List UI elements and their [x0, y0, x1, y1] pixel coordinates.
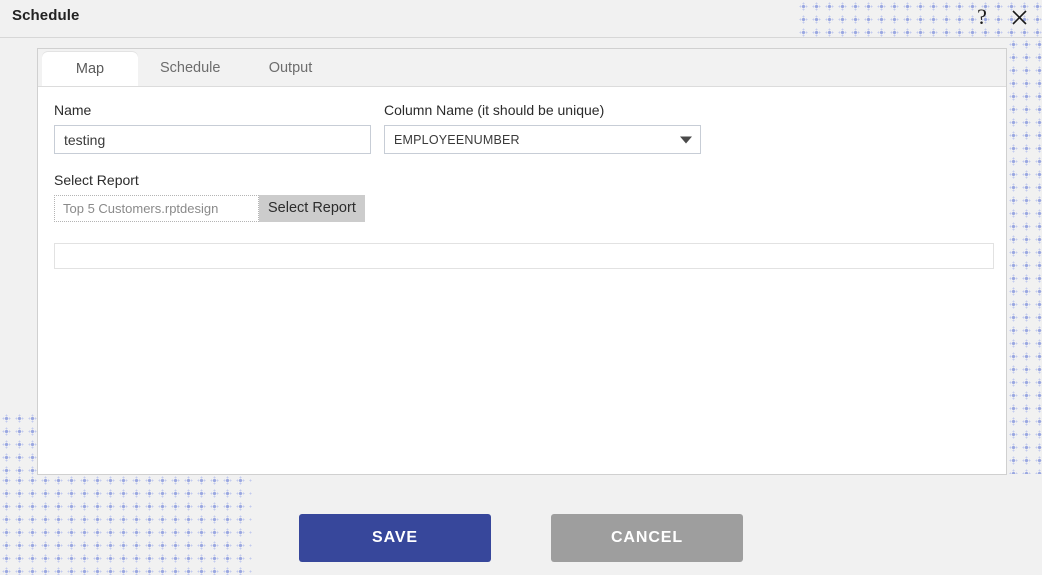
report-path-input[interactable]: [54, 195, 259, 222]
field-row-top: Name Column Name (it should be unique) E…: [54, 101, 990, 154]
help-icon[interactable]: ?: [967, 2, 997, 32]
window-header: Schedule ?: [0, 0, 1042, 38]
select-report-row: Select Report: [54, 195, 990, 222]
close-icon[interactable]: [1004, 2, 1034, 32]
footer-actions: SAVE CANCEL: [0, 514, 1042, 562]
cancel-button[interactable]: CANCEL: [551, 514, 743, 562]
column-name-label: Column Name (it should be unique): [384, 102, 605, 118]
dot-pattern-left: [0, 412, 37, 475]
select-report-label: Select Report: [54, 172, 139, 188]
save-button[interactable]: SAVE: [299, 514, 491, 562]
select-report-group: Select Report Select Report: [54, 171, 990, 222]
dot-pattern-right: [1007, 38, 1042, 474]
tab-schedule[interactable]: Schedule: [138, 49, 242, 86]
form-body: Name Column Name (it should be unique) E…: [38, 87, 1006, 269]
extra-text-input[interactable]: [54, 243, 994, 269]
column-name-select-wrapper: EMPLOYEENUMBER: [384, 125, 701, 154]
name-input[interactable]: [54, 125, 371, 154]
dialog-panel: Map Schedule Output Name Column Name (it…: [37, 48, 1007, 475]
tab-map[interactable]: Map: [42, 52, 138, 86]
name-field-group: Name: [54, 101, 371, 154]
name-label: Name: [54, 102, 92, 118]
tab-bar: Map Schedule Output: [38, 49, 1006, 87]
select-report-button[interactable]: Select Report: [259, 195, 365, 222]
page-title: Schedule: [12, 7, 80, 24]
column-name-field-group: Column Name (it should be unique) EMPLOY…: [384, 101, 701, 154]
tab-output[interactable]: Output: [242, 49, 338, 86]
column-name-select[interactable]: EMPLOYEENUMBER: [384, 125, 701, 154]
